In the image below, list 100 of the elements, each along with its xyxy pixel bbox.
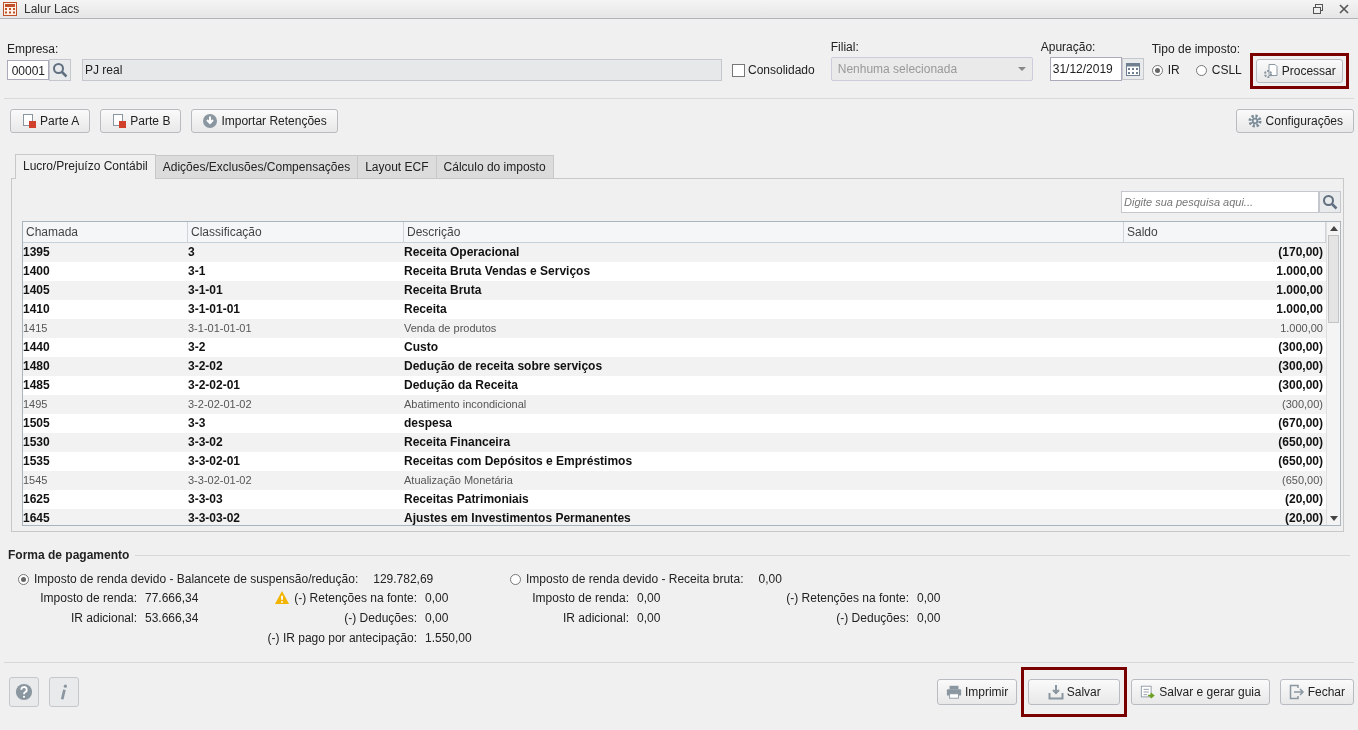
table-cell-text: 3-1-01-01-01 xyxy=(188,321,253,336)
table-cell-text: Venda de produtos xyxy=(404,321,498,336)
table-row[interactable]: 1485 3-2-02-01 Dedução da Receita (300,00) xyxy=(23,376,1326,395)
print-button[interactable]: Imprimir xyxy=(936,679,1018,705)
column-header[interactable]: Classificação xyxy=(188,222,404,242)
amount-label: IR adicional: xyxy=(70,610,137,625)
amount-label: Imposto de renda: xyxy=(532,590,629,605)
scroll-up-icon[interactable] xyxy=(1329,226,1338,231)
company-name-field[interactable]: PJ real xyxy=(82,59,722,81)
date-field[interactable]: 31/12/2019 xyxy=(1049,57,1122,81)
caret-icon xyxy=(1017,67,1026,71)
search-button[interactable] xyxy=(49,59,71,81)
tab[interactable]: Lucro/Prejuízo Contábil xyxy=(15,154,156,179)
amount-value: 0,00 xyxy=(636,590,662,605)
table-cell-text: 3-3-02 xyxy=(188,434,224,451)
amount-label: (-) Retenções na fonte: xyxy=(294,590,417,605)
checkbox[interactable] xyxy=(732,63,745,77)
scroll-down-icon[interactable] xyxy=(1329,516,1338,521)
amount-value: 0,00 xyxy=(916,590,942,605)
import-button[interactable]: Importar Retenções xyxy=(191,109,338,133)
table-cell-text: 3-1 xyxy=(188,263,207,280)
tax-type-label: Tipo de imposto: xyxy=(1151,42,1241,56)
table-cell-text: Dedução da Receita xyxy=(404,377,520,394)
table-cell-text: 3-3-02-01-02 xyxy=(188,473,253,488)
option-value: 129.782,69 xyxy=(373,572,434,586)
help-button[interactable] xyxy=(9,677,39,707)
table-cell-text: 3-3-03 xyxy=(188,491,224,508)
table-cell-text: (650,00) xyxy=(1277,434,1324,451)
scroll-thumb[interactable] xyxy=(1328,235,1339,323)
radio-button[interactable] xyxy=(1195,64,1207,76)
tab[interactable]: Cálculo do imposto xyxy=(435,155,554,178)
table-cell-text: (20,00) xyxy=(1283,510,1324,525)
gear-document-icon xyxy=(1262,63,1279,79)
checkbox-label: Consolidado xyxy=(748,63,815,77)
table-cell-text: 1410 xyxy=(23,301,51,318)
info-button[interactable] xyxy=(49,677,79,707)
table-cell-text: 3-2-02-01-02 xyxy=(188,397,253,412)
table-cell-text: (170,00) xyxy=(1277,244,1324,261)
table-cell-text: Dedução de receita sobre serviços xyxy=(404,358,604,375)
save-button[interactable]: Salvar xyxy=(1028,679,1121,705)
table-row[interactable]: 1495 3-2-02-01-02 Abatimento incondicional (300,00) xyxy=(23,395,1326,414)
settings-button[interactable]: Configurações xyxy=(1235,109,1354,133)
table-cell-text: 1.000,00 xyxy=(1275,263,1324,280)
part-a-button[interactable]: Parte A xyxy=(10,109,91,133)
calendar-button[interactable] xyxy=(1121,58,1144,80)
column-header[interactable]: Descrição xyxy=(404,222,1124,242)
radio-button[interactable] xyxy=(1151,64,1163,76)
table-row[interactable]: 1415 3-1-01-01-01 Venda de produtos 1.000,00 xyxy=(23,319,1326,338)
process-button[interactable]: Processar xyxy=(1255,59,1343,83)
amount-value: 53.666,34 xyxy=(144,610,200,625)
table-cell-text: 1.000,00 xyxy=(1279,321,1324,336)
table-row[interactable]: 1405 3-1-01 Receita Bruta 1.000,00 xyxy=(23,281,1326,300)
close-button[interactable]: Fechar xyxy=(1279,679,1354,705)
close-icon[interactable] xyxy=(1338,3,1350,15)
settings-icon xyxy=(1246,113,1263,129)
table-row[interactable]: 1410 3-1-01-01 Receita 1.000,00 xyxy=(23,300,1326,319)
apuracao-label: Apuração: xyxy=(1040,40,1097,54)
search-field[interactable]: Digite sua pesquisa aqui... xyxy=(1121,191,1319,213)
table-cell-text: 1505 xyxy=(23,415,51,432)
table-row[interactable]: 1530 3-3-02 Receita Financeira (650,00) xyxy=(23,433,1326,452)
document-icon xyxy=(21,113,37,129)
tab[interactable]: Adições/Exclusões/Compensações xyxy=(154,155,359,178)
amount-label: (-) IR pago por antecipação: xyxy=(267,630,417,645)
restore-icon[interactable] xyxy=(1312,3,1324,15)
amount-label: (-) Deduções: xyxy=(836,610,909,625)
table-row[interactable]: 1480 3-2-02 Dedução de receita sobre serviços (300,00) xyxy=(23,357,1326,376)
table-cell-text: 3 xyxy=(188,244,196,261)
tab[interactable]: Layout ECF xyxy=(357,155,437,178)
table-cell-text: (20,00) xyxy=(1283,491,1324,508)
table-cell-text: (300,00) xyxy=(1277,377,1324,394)
table-cell-text: despesa xyxy=(404,415,454,432)
table-row[interactable]: 1625 3-3-03 Receitas Patrimoniais (20,00) xyxy=(23,490,1326,509)
save-and-generate-button[interactable]: Salvar e gerar guia xyxy=(1131,679,1270,705)
part-b-button[interactable]: Parte B xyxy=(100,109,182,133)
empresa-label: Empresa: xyxy=(7,42,60,56)
table-row[interactable]: 1645 3-3-03-02 Ajustes em Investimentos Permanentes (20,00) xyxy=(23,509,1326,525)
table-row[interactable]: 1395 3 Receita Operacional (170,00) xyxy=(23,243,1326,262)
amount-value: 0,00 xyxy=(424,610,450,625)
table-cell-text: (650,00) xyxy=(1281,473,1324,488)
table-cell-text: 1.000,00 xyxy=(1275,301,1324,318)
company-code-field[interactable]: 00001 xyxy=(7,60,49,80)
search-button[interactable] xyxy=(1319,191,1341,213)
radio-button[interactable] xyxy=(510,573,521,585)
table-cell-text: 3-2-02-01 xyxy=(188,377,242,394)
table-row[interactable]: 1535 3-3-02-01 Receitas com Depósitos e Empréstimos (650,00) xyxy=(23,452,1326,471)
document-icon xyxy=(111,113,128,129)
table-row[interactable]: 1545 3-3-02-01-02 Atualização Monetária (650,00) xyxy=(23,471,1326,490)
vertical-scrollbar[interactable] xyxy=(1326,222,1340,525)
table-cell-text: (670,00) xyxy=(1277,415,1324,432)
column-header[interactable]: Chamada xyxy=(23,222,188,242)
window-title: Lalur Lacs xyxy=(24,2,80,16)
table-row[interactable]: 1400 3-1 Receita Bruta Vendas e Serviços 1.000,00 xyxy=(23,262,1326,281)
table-row[interactable]: 1505 3-3 despesa (670,00) xyxy=(23,414,1326,433)
table-cell-text: 3-3-02-01 xyxy=(188,453,242,470)
document-arrow-icon xyxy=(1140,684,1157,700)
amount-value: 0,00 xyxy=(424,590,450,605)
amount-label: Imposto de renda: xyxy=(40,590,137,605)
table-cell-text: 1495 xyxy=(23,397,49,412)
radio-button[interactable] xyxy=(18,573,29,585)
table-row[interactable]: 1440 3-2 Custo (300,00) xyxy=(23,338,1326,357)
